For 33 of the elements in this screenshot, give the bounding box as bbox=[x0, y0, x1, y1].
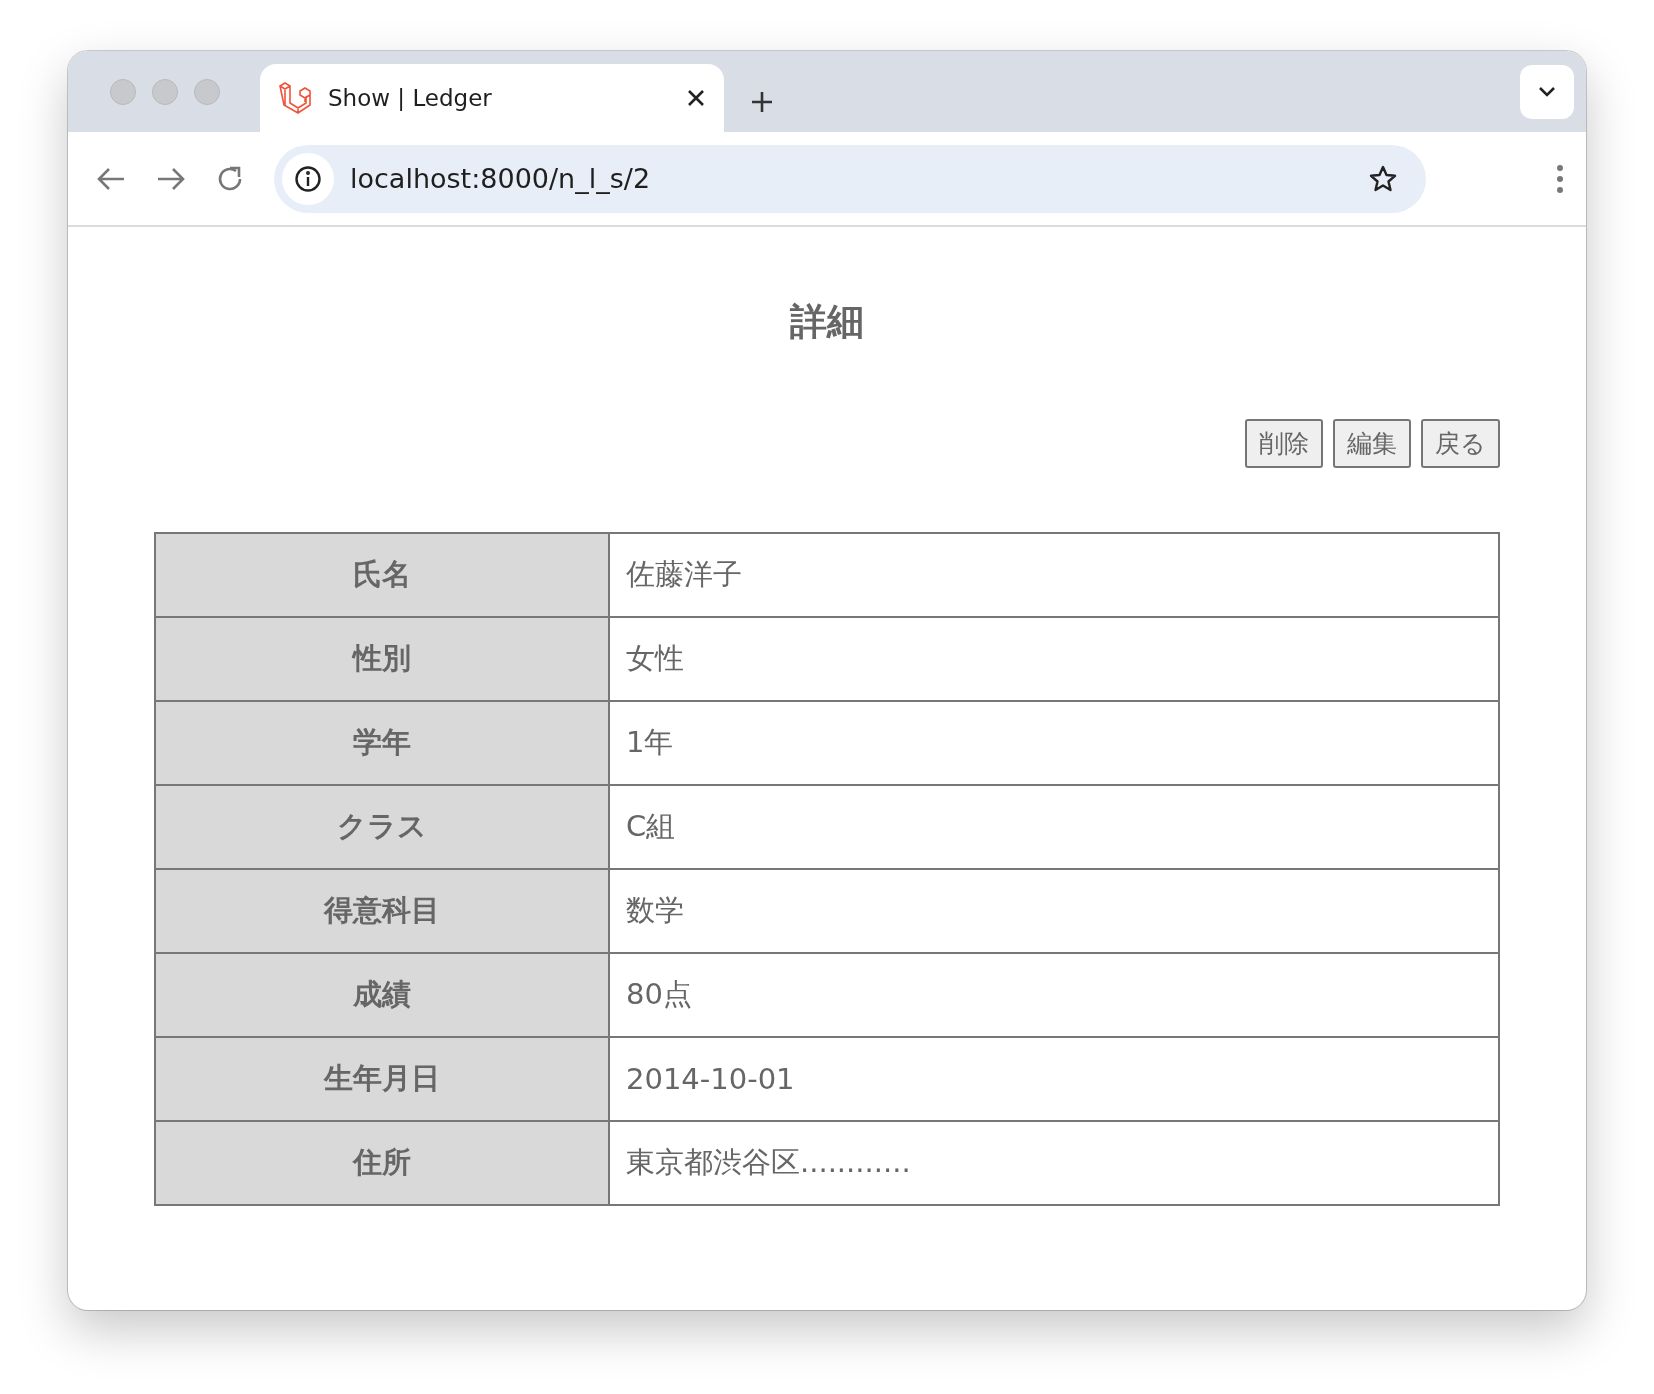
page-heading: 詳細 bbox=[790, 299, 864, 345]
action-button[interactable]: 戻る bbox=[1421, 419, 1500, 468]
row-label: 生年月日 bbox=[155, 1037, 609, 1121]
action-button[interactable]: 削除 bbox=[1245, 419, 1323, 468]
back-arrow-icon[interactable] bbox=[96, 165, 126, 192]
row-value: 80点 bbox=[609, 953, 1499, 1037]
info-icon[interactable] bbox=[282, 152, 334, 205]
row-label: 住所 bbox=[155, 1121, 609, 1205]
row-label: 学年 bbox=[155, 701, 609, 785]
bookmark-star-icon[interactable] bbox=[1368, 163, 1398, 194]
reload-icon[interactable] bbox=[216, 164, 244, 193]
action-button[interactable]: 編集 bbox=[1333, 419, 1411, 468]
tab-title: Show | Ledger bbox=[328, 85, 493, 111]
row-value: 佐藤洋子 bbox=[609, 533, 1499, 617]
row-label: 氏名 bbox=[155, 533, 609, 617]
row-value: 女性 bbox=[609, 617, 1499, 701]
row-value: 1年 bbox=[609, 701, 1499, 785]
address-bar[interactable]: localhost:8000/n_l_s/2 bbox=[274, 144, 1426, 213]
row-value: 2014-10-01 bbox=[609, 1037, 1499, 1121]
row-value: 東京都渋谷区............ bbox=[609, 1121, 1499, 1205]
close-tab-icon[interactable] bbox=[686, 88, 706, 108]
row-label: 得意科目 bbox=[155, 869, 609, 953]
url-text: localhost:8000/n_l_s/2 bbox=[350, 163, 652, 194]
cube-logo-icon bbox=[278, 81, 312, 115]
new-tab-icon[interactable] bbox=[750, 90, 774, 114]
row-label: 性別 bbox=[155, 617, 609, 701]
row-value: 数学 bbox=[609, 869, 1499, 953]
row-value: C組 bbox=[609, 785, 1499, 869]
row-label: クラス bbox=[155, 785, 609, 869]
row-label: 成績 bbox=[155, 953, 609, 1037]
menu-dots-icon[interactable] bbox=[1556, 163, 1564, 194]
forward-arrow-icon[interactable] bbox=[156, 165, 186, 192]
browser-tab[interactable]: Show | Ledger bbox=[260, 64, 724, 132]
